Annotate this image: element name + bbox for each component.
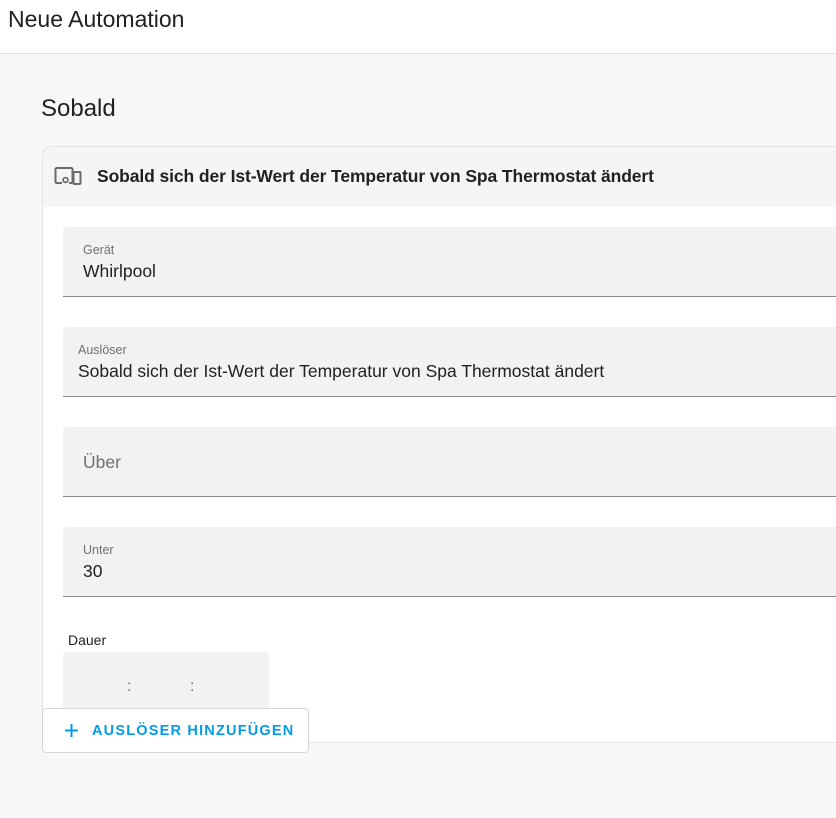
plus-icon <box>65 724 78 737</box>
duration-separator: : <box>190 678 195 695</box>
trigger-card: Sobald sich der Ist-Wert der Temperatur … <box>42 146 836 743</box>
page-title: Neue Automation <box>8 6 185 32</box>
trigger-card-header[interactable]: Sobald sich der Ist-Wert der Temperatur … <box>43 147 836 207</box>
app-toolbar: Neue Automation <box>0 0 836 54</box>
add-trigger-button-label: AUSLÖSER HINZUFÜGEN <box>92 723 295 739</box>
trigger-type-field-label: Auslöser <box>78 343 127 357</box>
above-field-placeholder: Über <box>83 452 121 472</box>
automation-editor: Sobald Sobald sich der Ist-Wert der Temp… <box>0 55 836 818</box>
section-title-triggers: Sobald <box>41 95 116 122</box>
devices-icon <box>54 167 82 185</box>
device-field-label: Gerät <box>83 243 115 257</box>
below-field-value: 30 <box>83 561 103 581</box>
trigger-type-field-value: Sobald sich der Ist-Wert der Temperatur … <box>78 361 605 381</box>
device-field-value: Whirlpool <box>83 261 156 281</box>
duration-label: Dauer <box>68 632 107 648</box>
device-field[interactable]: Gerät Whirlpool <box>63 227 836 297</box>
trigger-card-title: Sobald sich der Ist-Wert der Temperatur … <box>97 166 654 186</box>
add-trigger-button[interactable]: AUSLÖSER HINZUFÜGEN <box>42 708 309 753</box>
duration-separator: : <box>127 678 132 695</box>
below-field-label: Unter <box>83 543 114 557</box>
below-field[interactable]: Unter 30 <box>63 527 836 597</box>
trigger-type-field[interactable]: Auslöser Sobald sich der Ist-Wert der Te… <box>63 327 836 397</box>
above-field[interactable]: Über <box>63 427 836 497</box>
